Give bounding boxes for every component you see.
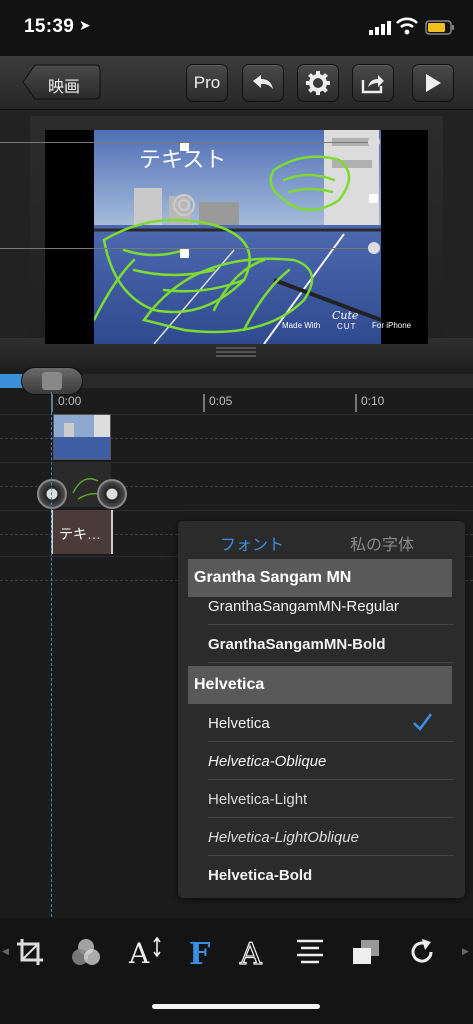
font-item-selected[interactable]: Helvetica — [208, 704, 454, 742]
watermark-left: Made With — [282, 321, 321, 330]
ruler-label: 0:00 — [58, 394, 82, 408]
text-clip[interactable]: テキ… — [51, 510, 113, 554]
outline-font-button[interactable]: A — [234, 932, 274, 972]
home-indicator[interactable] — [152, 1004, 320, 1009]
ruler-label: 0:05 — [209, 394, 233, 408]
wifi-icon — [396, 17, 418, 35]
video-thumbnail — [54, 415, 110, 459]
video-clip[interactable] — [53, 414, 111, 460]
guide-handle-bottom[interactable] — [368, 242, 380, 254]
gear-icon — [306, 71, 330, 95]
playhead[interactable] — [51, 392, 52, 922]
font-item-label: Helvetica-Bold — [208, 867, 313, 884]
share-icon — [361, 75, 384, 94]
watermark-right: For iPhone — [372, 321, 412, 330]
font-item-label: GranthaSangamMN-Regular — [208, 598, 399, 615]
font-item-label: GranthaSangamMN-Bold — [208, 636, 386, 653]
guide-line-bottom — [0, 248, 377, 249]
redo-button[interactable] — [402, 932, 442, 972]
play-button[interactable] — [412, 64, 454, 102]
checkmark-icon — [413, 713, 432, 731]
align-icon — [297, 939, 323, 964]
font-item[interactable]: Helvetica-Oblique — [208, 742, 454, 780]
text-size-button[interactable]: A — [124, 932, 164, 972]
svg-text:A: A — [239, 937, 262, 968]
preview-stage: テキスト Made With Cute CUT For iPhone — [0, 110, 473, 370]
font-item[interactable]: GranthaSangamMN-Regular — [208, 587, 454, 625]
layer-order-button[interactable] — [346, 932, 386, 972]
play-icon — [426, 74, 441, 92]
text-clip-label: テキ… — [59, 526, 101, 542]
status-time: 15:39 — [24, 16, 75, 37]
back-button-label: 映画 — [48, 79, 81, 96]
location-arrow-icon: ➤ — [79, 17, 91, 33]
crop-icon — [17, 939, 43, 965]
back-button[interactable]: 映画 — [22, 64, 101, 100]
font-button[interactable]: F — [180, 932, 220, 972]
crop-button[interactable] — [10, 932, 50, 972]
watermark-brand-bottom: CUT — [337, 322, 357, 331]
svg-text:F: F — [189, 937, 210, 968]
font-item[interactable]: GranthaSangamMN-Bold — [208, 625, 454, 663]
font-item-label: Helvetica-LightOblique — [208, 829, 359, 846]
font-icon: F — [189, 937, 210, 968]
tab-my-fonts[interactable]: 私の字体 — [350, 531, 414, 555]
undo-button[interactable] — [242, 64, 284, 102]
scroll-left-icon[interactable]: ◀ — [2, 946, 9, 957]
svg-text:A: A — [128, 937, 150, 968]
undo-icon — [253, 75, 273, 89]
status-bar: 15:39 ➤ — [0, 0, 473, 56]
font-item-label: Helvetica — [208, 715, 270, 732]
font-item[interactable]: Helvetica-LightOblique — [208, 818, 454, 856]
settings-button[interactable] — [297, 64, 339, 102]
cellular-signal-icon — [369, 21, 391, 35]
ruler-tick — [203, 394, 205, 412]
color-filter-button[interactable] — [66, 932, 106, 972]
scroll-right-icon[interactable]: ▶ — [462, 946, 469, 957]
ruler-tick — [355, 394, 357, 412]
pro-button[interactable]: Pro — [186, 64, 228, 102]
grip-icon[interactable] — [216, 347, 256, 359]
clip-start-handle[interactable] — [37, 479, 67, 509]
font-group-name: Grantha Sangam MN — [194, 569, 352, 586]
color-filter-icon — [72, 939, 100, 965]
text-size-icon: A — [128, 936, 161, 968]
guide-handle-top[interactable] — [368, 136, 380, 148]
font-item[interactable]: Helvetica-Light — [208, 780, 454, 818]
time-ruler: 0:00 0:05 0:10 — [0, 392, 473, 414]
font-item[interactable]: Helvetica-Bold — [208, 856, 454, 894]
scrub-knob[interactable] — [21, 367, 83, 395]
font-group-name: Helvetica — [194, 676, 265, 693]
watermark-brand-top: Cute — [332, 309, 359, 322]
guide-line-top — [0, 142, 377, 143]
tab-fonts[interactable]: フォント — [220, 531, 284, 555]
battery-icon — [425, 20, 454, 35]
ruler-label: 0:10 — [361, 394, 385, 408]
clip-end-handle[interactable] — [97, 479, 127, 509]
overlay-text[interactable]: テキスト — [139, 142, 226, 174]
font-item-label: Helvetica-Light — [208, 791, 308, 808]
top-toolbar: 映画 Pro — [0, 56, 473, 110]
font-item-label: Helvetica-Oblique — [208, 753, 327, 770]
font-group-header: Helvetica — [188, 666, 452, 704]
share-button[interactable] — [352, 64, 394, 102]
font-picker-popover: フォント 私の字体 Grantha Sangam MN GranthaSanga… — [178, 521, 465, 898]
align-button[interactable] — [290, 932, 330, 972]
outline-font-icon: A — [238, 936, 262, 968]
pro-label: Pro — [193, 73, 221, 92]
layer-order-icon — [353, 940, 379, 964]
redo-icon — [411, 939, 433, 963]
